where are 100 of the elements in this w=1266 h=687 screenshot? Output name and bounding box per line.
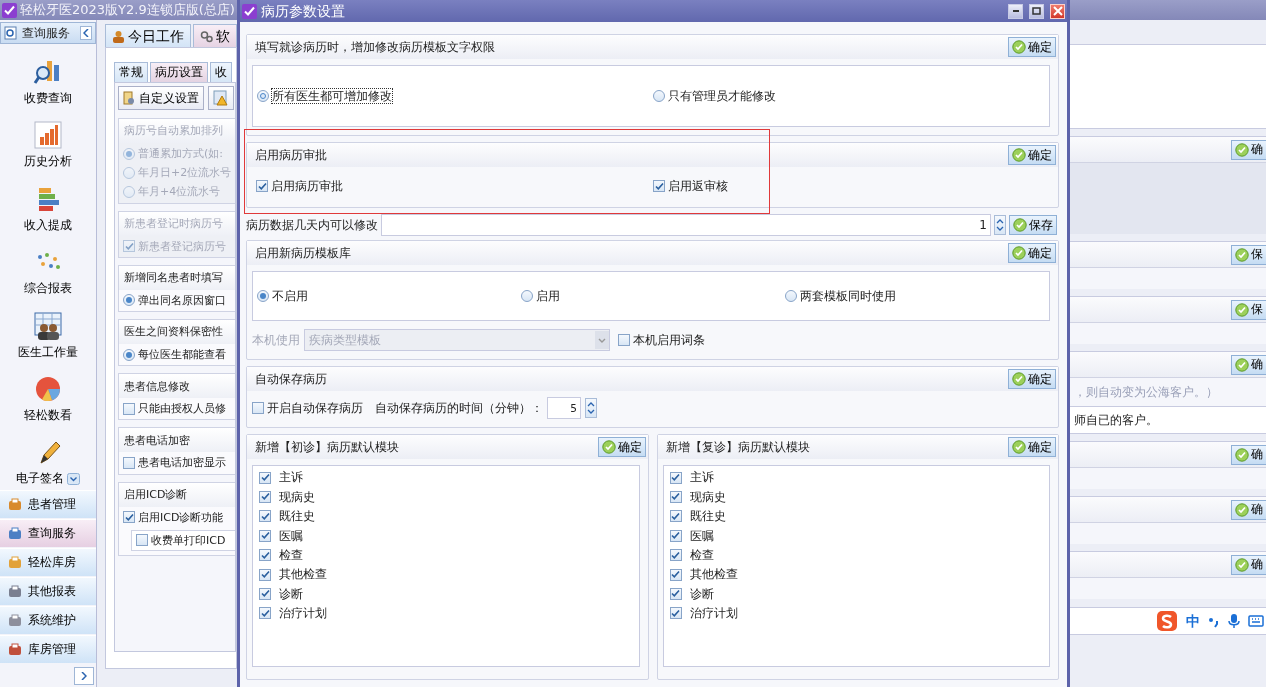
section-icon	[8, 584, 22, 599]
confirm-button[interactable]: 确定	[1008, 437, 1056, 458]
toolbar-button[interactable]	[208, 86, 234, 110]
check-icon	[1012, 440, 1026, 455]
check-icon	[1235, 447, 1249, 462]
checkbox[interactable]	[669, 587, 682, 600]
confirm-button[interactable]: 确	[1231, 354, 1266, 375]
group-title: 新增同名患者时填写	[124, 271, 223, 285]
sidebar-item[interactable]: 收入提成	[24, 217, 72, 233]
radio-button[interactable]	[257, 290, 269, 303]
maximize-button[interactable]	[1029, 3, 1044, 19]
check-icon	[1012, 372, 1026, 387]
checkbox[interactable]	[669, 607, 682, 620]
option-label: 诊断	[689, 586, 714, 602]
checkbox[interactable]	[669, 549, 682, 562]
option-label: 医嘱	[279, 528, 303, 543]
radio-button[interactable]	[123, 348, 135, 361]
section-title: 启用新病历模板库	[255, 246, 351, 261]
option-label: 弹出同名原因窗口	[138, 293, 226, 307]
option-label: 开启自动保存病历	[267, 401, 363, 416]
nav-button[interactable]: 库房管理	[0, 635, 96, 663]
confirm-button[interactable]: 确	[1231, 554, 1266, 575]
sidebar-item[interactable]: 综合报表	[24, 281, 72, 296]
check-icon	[1012, 246, 1026, 261]
checkbox[interactable]	[259, 568, 271, 581]
confirm-button[interactable]: 确	[1231, 444, 1266, 465]
field-label: 本机使用	[252, 333, 300, 348]
checkbox[interactable]	[653, 180, 665, 193]
confirm-button[interactable]: 确定	[1008, 145, 1056, 165]
checkbox[interactable]	[136, 534, 148, 547]
nav-button[interactable]: 系统维护	[0, 606, 96, 634]
sidebar-item[interactable]: 医生工作量	[18, 344, 78, 359]
number-field[interactable]: 5	[547, 397, 581, 420]
number-field[interactable]: 1	[381, 214, 991, 237]
confirm-button[interactable]: 保	[1231, 244, 1266, 265]
tab[interactable]: 收	[210, 62, 232, 82]
checkbox[interactable]	[123, 402, 135, 415]
close-icon	[1052, 6, 1063, 16]
sidebar-item[interactable]: 收费查询	[24, 91, 72, 106]
spinner-button[interactable]	[994, 215, 1006, 236]
checkbox[interactable]	[669, 568, 682, 581]
confirm-button[interactable]: 确定	[1008, 369, 1056, 390]
spinner-button[interactable]	[585, 398, 597, 419]
checkbox[interactable]	[259, 607, 271, 620]
checkbox[interactable]	[669, 471, 682, 484]
checkbox[interactable]	[259, 587, 271, 600]
radio-button[interactable]	[123, 294, 135, 307]
confirm-button[interactable]: 确定	[597, 437, 646, 458]
confirm-button[interactable]: 保	[1231, 299, 1266, 320]
checkbox[interactable]	[123, 511, 135, 524]
checkbox[interactable]	[669, 510, 682, 523]
confirm-button[interactable]: 确	[1231, 499, 1266, 520]
chevron-left-icon	[83, 29, 89, 37]
checkbox[interactable]	[123, 456, 135, 469]
checkbox[interactable]	[256, 180, 268, 193]
checkbox[interactable]	[259, 490, 271, 503]
checkbox[interactable]	[259, 471, 271, 484]
nav-button[interactable]: 其他报表	[0, 577, 96, 605]
hint-text: 师自已的客户。	[1070, 406, 1266, 434]
nav-button[interactable]: 患者管理	[0, 490, 96, 518]
confirm-button[interactable]: 确定	[1008, 37, 1056, 57]
checkbox[interactable]	[252, 402, 264, 415]
sidebar-item[interactable]: 电子签名	[16, 471, 64, 486]
sidebar-item[interactable]: 轻松数看	[24, 407, 72, 423]
tab[interactable]: 常规	[114, 62, 148, 82]
section-icon	[8, 497, 22, 512]
minimize-button[interactable]	[1008, 3, 1023, 19]
radio-button[interactable]	[521, 290, 533, 303]
checkbox[interactable]	[259, 510, 271, 523]
check-icon	[1235, 302, 1249, 317]
checkbox[interactable]	[259, 529, 271, 542]
nav-button[interactable]: 轻松库房	[0, 548, 96, 576]
option-label: 年月日+2位流水号	[138, 166, 232, 180]
radio-button[interactable]	[785, 290, 797, 303]
option-label: 所有医生都可增加修改	[272, 88, 392, 104]
option-label: 检查	[689, 547, 714, 563]
save-button[interactable]: 保存	[1009, 215, 1057, 236]
toolbar-button[interactable]: 自定义设置	[118, 86, 204, 110]
tab[interactable]: 今日工作	[105, 24, 191, 47]
check-icon	[1012, 40, 1026, 54]
tab[interactable]: 软	[193, 24, 237, 47]
nav-button[interactable]: 查询服务	[0, 519, 96, 547]
document-gear-icon	[123, 91, 135, 105]
sidebar-item[interactable]: 历史分析	[24, 154, 72, 169]
checkbox[interactable]	[669, 529, 682, 542]
checkbox[interactable]	[259, 549, 271, 562]
input-mode[interactable]: 中	[1186, 612, 1200, 630]
check-icon	[1235, 142, 1249, 157]
radio-button[interactable]	[257, 90, 269, 102]
group-title: 新患者登记时病历号	[124, 216, 223, 231]
confirm-button[interactable]: 确	[1231, 139, 1266, 160]
radio-button[interactable]	[653, 90, 665, 102]
confirm-button[interactable]: 确定	[1008, 243, 1056, 264]
close-button[interactable]	[1050, 3, 1065, 19]
checkbox[interactable]	[669, 490, 682, 503]
chevron-right-icon	[81, 672, 87, 680]
expand-button[interactable]	[74, 667, 94, 685]
collapse-button[interactable]	[80, 26, 92, 40]
maximize-icon	[1032, 7, 1041, 15]
tab[interactable]: 病历设置	[150, 62, 208, 82]
